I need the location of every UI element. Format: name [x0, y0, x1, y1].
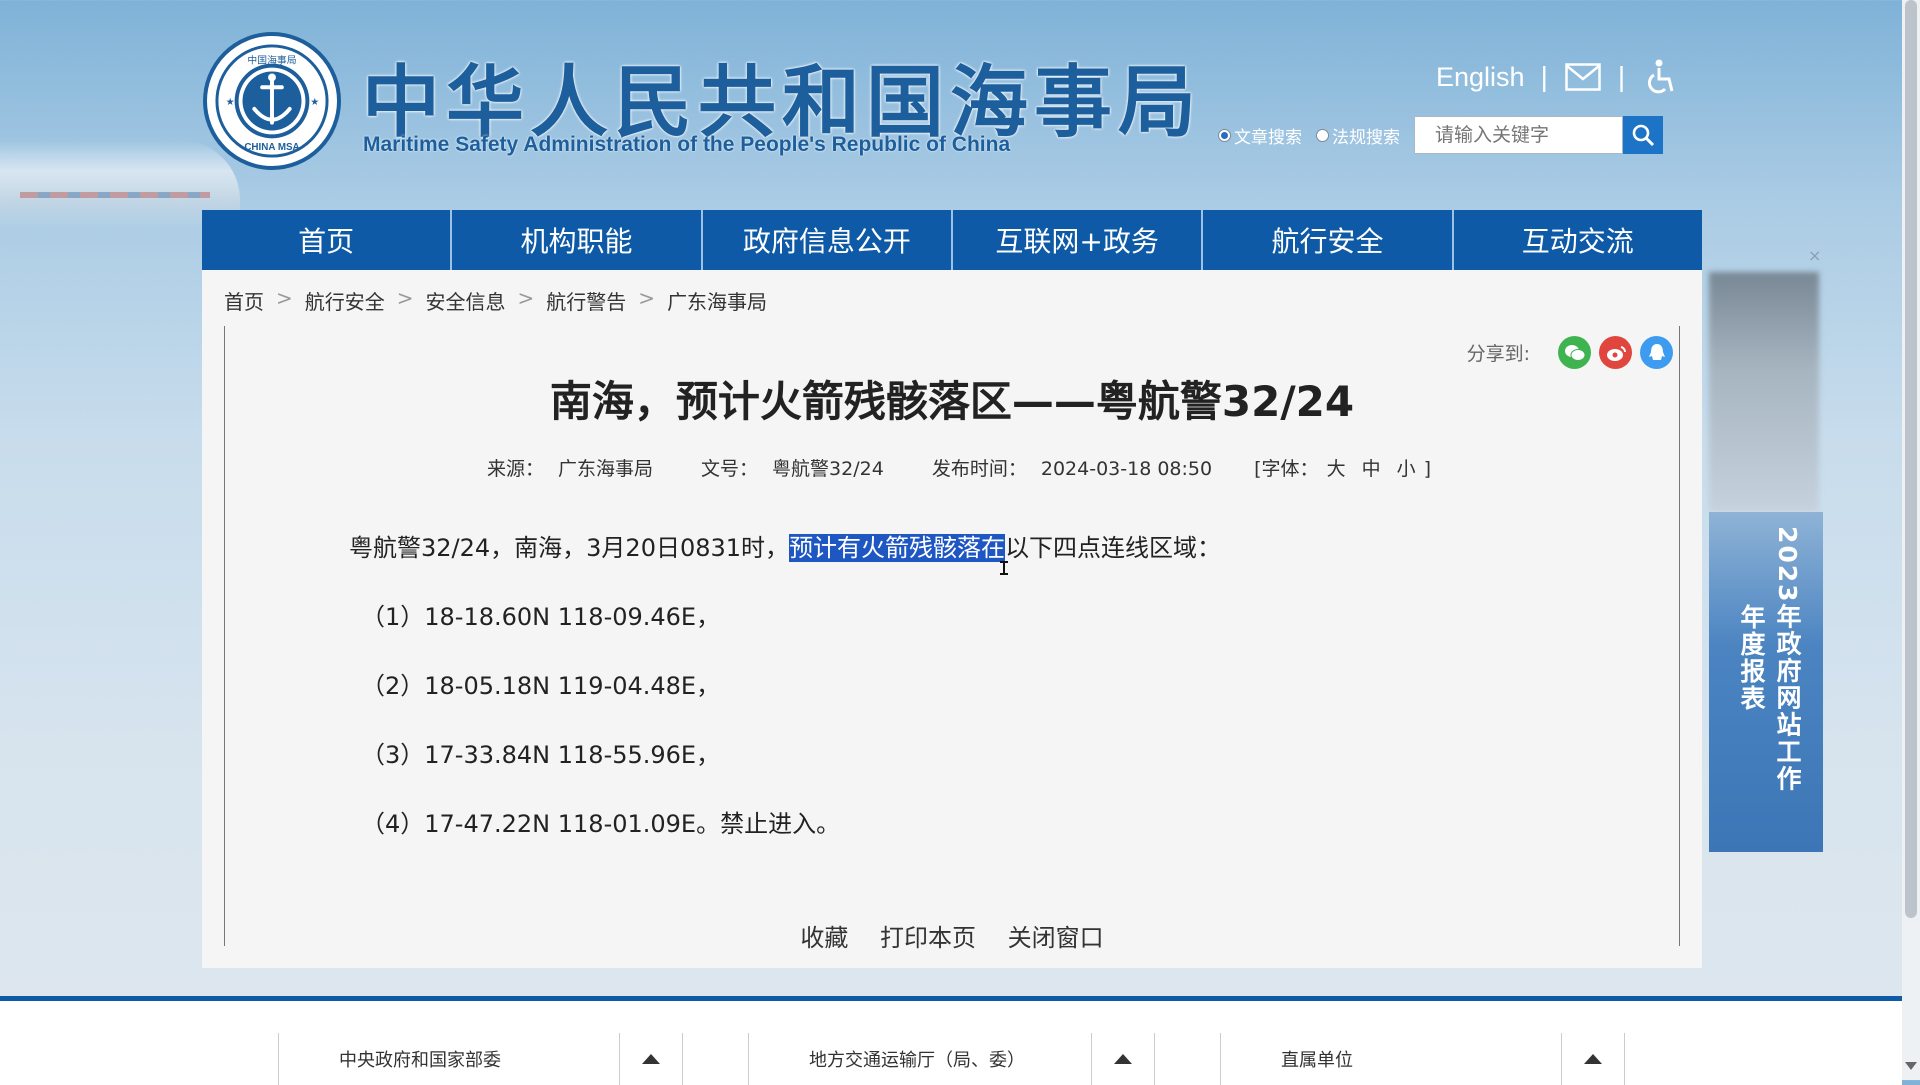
selected-text[interactable]: 预计有火箭残骸落在 [789, 534, 1006, 562]
triangle-up-icon [1584, 1054, 1602, 1064]
footer-select-label: 地方交通运输厅（局、委） [809, 1050, 1025, 1071]
footer-select-direct[interactable]: 直属单位 [1220, 1033, 1625, 1085]
source-value: 广东海事局 [557, 458, 653, 480]
search-input[interactable] [1414, 116, 1623, 154]
radio-law-search[interactable]: 法规搜索 [1316, 123, 1400, 148]
radio-article-label: 文章搜索 [1234, 127, 1302, 148]
breadcrumb-safety-info[interactable]: 安全信息 [426, 286, 506, 315]
print-link[interactable]: 打印本页 [880, 924, 976, 952]
font-size-label: [字体： [1254, 458, 1319, 480]
breadcrumb-separator: > [396, 286, 414, 310]
share-label: 分享到: [1466, 343, 1530, 365]
nav-item-internet-gov[interactable]: 互联网+政务 [953, 210, 1204, 270]
font-size-controls: [字体： 大中小] [1254, 458, 1431, 480]
breadcrumb-home[interactable]: 首页 [224, 286, 264, 315]
scroll-down-arrow-icon[interactable] [1905, 1062, 1917, 1070]
breadcrumb-navigation-safety[interactable]: 航行安全 [305, 286, 385, 315]
nav-item-interaction[interactable]: 互动交流 [1454, 210, 1702, 270]
dropdown-toggle[interactable] [1561, 1033, 1625, 1085]
footer-select-local[interactable]: 地方交通运输厅（局、委） [748, 1033, 1155, 1085]
article-title: 南海，预计火箭残骸落区——粤航警32/24 [549, 377, 1355, 426]
coordinate-item: （1）18-18.60N 118-09.46E， [361, 603, 721, 631]
scrollbar-thumb[interactable] [1905, 0, 1917, 918]
banner-text-line1: 2023年政府网站工作 [1773, 526, 1802, 793]
article-meta: 来源： 广东海事局 文号： 粤航警32/24 发布时间： 2024-03-18 08:… [225, 454, 1679, 481]
meta-source: 来源： 广东海事局 [473, 458, 653, 480]
radio-unselected-icon [1316, 128, 1329, 142]
close-window-link[interactable]: 关闭窗口 [1008, 924, 1104, 952]
font-small-option[interactable]: 小 [1397, 458, 1416, 480]
side-banner-image[interactable] [1709, 272, 1819, 512]
radio-selected-icon [1218, 128, 1231, 142]
breadcrumb: 首页 > 航行安全 > 安全信息 > 航行警告 > 广东海事局 [224, 286, 767, 315]
breadcrumb-separator: > [517, 286, 535, 310]
separator: | [1617, 61, 1626, 92]
text-cursor-icon [1000, 561, 1008, 575]
anchor-emblem-icon: 中国海事局 CHINA MSA ★ ★ [215, 44, 329, 158]
svg-text:★: ★ [226, 97, 235, 108]
wechat-share-icon[interactable] [1558, 336, 1591, 369]
coordinate-item: （2）18-05.18N 119-04.48E， [361, 672, 721, 700]
doc-no-label: 文号： [701, 458, 759, 480]
breadcrumb-separator: > [638, 286, 656, 310]
separator: | [1540, 61, 1548, 92]
logo-text-bottom: CHINA MSA [244, 142, 299, 153]
weibo-share-icon[interactable] [1599, 336, 1632, 369]
triangle-up-icon [642, 1054, 660, 1064]
site-subtitle: Maritime Safety Administration of the Pe… [363, 133, 1011, 156]
logo-text-top: 中国海事局 [247, 54, 296, 67]
article-actions: 收藏 打印本页 关闭窗口 [225, 918, 1679, 953]
lead-text-after: 以下四点连线区域： [1005, 534, 1222, 562]
page-scrollbar[interactable] [1902, 0, 1920, 1080]
article-lead: 粤航警32/24，南海，3月20日0831时，预计有火箭残骸落在以下四点连线区域… [349, 528, 1221, 563]
svg-text:★: ★ [310, 97, 319, 108]
top-links: English | | [1436, 58, 1679, 96]
qq-share-icon[interactable] [1640, 336, 1673, 369]
lead-text: 粤航警32/24，南海，3月20日0831时， [349, 534, 790, 562]
english-link[interactable]: English [1436, 62, 1525, 93]
search-button[interactable] [1623, 116, 1663, 154]
banner-text-line2: 年度报表 [1737, 604, 1766, 712]
article: 分享到: 南海，预计火箭残骸落区——粤航警32/24 来源： 广东海事局 文号： 粤… [224, 326, 1680, 952]
dropdown-toggle[interactable] [619, 1033, 683, 1085]
footer-select-label: 直属单位 [1281, 1050, 1353, 1071]
mail-icon[interactable] [1564, 58, 1602, 96]
radio-law-label: 法规搜索 [1332, 127, 1400, 148]
triangle-up-icon [1114, 1054, 1132, 1064]
search-icon [1632, 124, 1655, 147]
breadcrumb-separator: > [276, 286, 293, 310]
coordinate-item: （4）17-47.22N 118-01.09E。禁止进入。 [361, 810, 841, 838]
breadcrumb-guangdong-msa[interactable]: 广东海事局 [667, 286, 767, 315]
search-area: 文章搜索 法规搜索 [1218, 116, 1663, 154]
doc-no-value: 粤航警32/24 [772, 458, 884, 480]
footer-select-central[interactable]: 中央政府和国家部委 [278, 1033, 683, 1085]
nav-item-functions[interactable]: 机构职能 [452, 210, 703, 270]
nav-item-navigation-safety[interactable]: 航行安全 [1203, 210, 1454, 270]
nav-item-home[interactable]: 首页 [202, 210, 453, 270]
footer-select-label: 中央政府和国家部委 [339, 1050, 501, 1071]
coordinate-item: （3）17-33.84N 118-55.96E， [361, 741, 721, 769]
publish-time-value: 2024-03-18 08:50 [1040, 458, 1213, 480]
meta-doc-no: 文号： 粤航警32/24 [687, 458, 884, 480]
publish-label: 发布时间： [931, 458, 1027, 480]
share-bar: 分享到: [1467, 336, 1673, 369]
favorite-link[interactable]: 收藏 [800, 924, 848, 952]
source-label: 来源： [486, 458, 544, 480]
article-body: 粤航警32/24，南海，3月20日0831时，预计有火箭残骸落在以下四点连线区域… [349, 528, 1221, 839]
font-size-close: ] [1423, 458, 1432, 480]
meta-publish-time: 发布时间： 2024-03-18 08:50 [918, 458, 1212, 480]
main-nav: 首页 机构职能 政府信息公开 互联网+政务 航行安全 互动交流 [202, 210, 1702, 270]
annual-report-banner[interactable]: 年度报表 2023年政府网站工作 [1709, 512, 1823, 852]
footer-links: 中央政府和国家部委 地方交通运输厅（局、委） 直属单位 [0, 996, 1902, 1085]
font-large-option[interactable]: 大 [1327, 458, 1346, 480]
font-medium-option[interactable]: 中 [1362, 458, 1381, 480]
banner-close-icon[interactable]: × [1808, 246, 1821, 265]
msa-logo[interactable]: 中国海事局 CHINA MSA ★ ★ [203, 32, 341, 170]
breadcrumb-navigation-warning[interactable]: 航行警告 [546, 286, 626, 315]
dropdown-toggle[interactable] [1091, 1033, 1155, 1085]
nav-item-gov-info[interactable]: 政府信息公开 [703, 210, 953, 270]
radio-article-search[interactable]: 文章搜索 [1218, 123, 1302, 148]
accessibility-icon[interactable] [1641, 58, 1679, 96]
content-panel: 首页 > 航行安全 > 安全信息 > 航行警告 > 广东海事局 分享到: 南海，… [202, 270, 1702, 968]
